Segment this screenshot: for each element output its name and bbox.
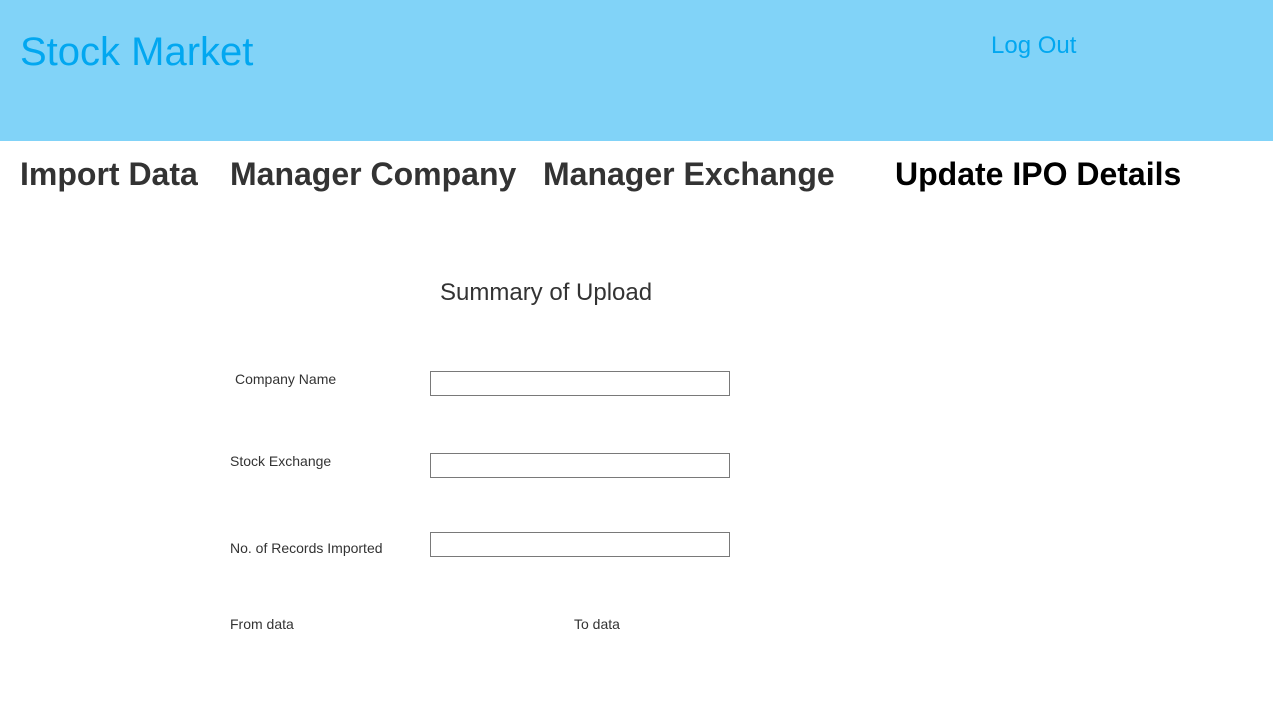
summary-title: Summary of Upload [440,279,653,306]
nav-import-data[interactable]: Import Data [20,155,198,193]
company-name-field[interactable] [430,371,730,396]
stock-exchange-label: Stock Exchange [230,453,332,469]
nav-manager-company[interactable]: Manager Company [230,155,516,193]
from-data-label: From data [230,616,294,632]
nav-manager-exchange[interactable]: Manager Exchange [543,155,835,193]
company-name-label: Company Name [235,371,337,387]
app-title: Stock Market [20,30,254,74]
records-imported-label: No. of Records Imported [230,540,383,556]
header-bar: Stock Market Log Out [0,0,1273,141]
records-imported-field[interactable] [430,532,730,557]
nav-update-ipo-details[interactable]: Update IPO Details [895,155,1181,193]
stock-exchange-field[interactable] [430,453,730,478]
to-data-label: To data [574,616,620,632]
logout-link[interactable]: Log Out [991,32,1076,60]
